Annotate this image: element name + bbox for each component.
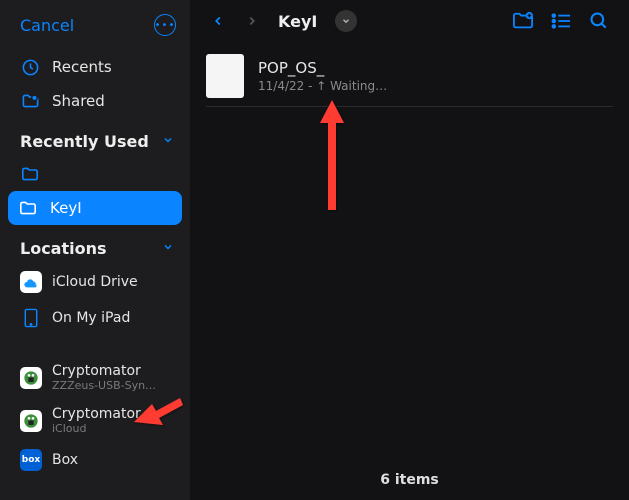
location-label: Box — [52, 452, 78, 468]
file-meta: 11/4/22 - ↑ Waiting… — [258, 79, 387, 93]
folder-icon — [18, 198, 38, 218]
breadcrumb-dropdown[interactable] — [335, 10, 357, 32]
section-header-recently-used[interactable]: Recently Used — [0, 118, 190, 157]
clock-icon — [20, 57, 40, 77]
back-button[interactable] — [206, 11, 230, 31]
location-label: On My iPad — [52, 310, 130, 326]
cryptomator-icon — [20, 410, 42, 432]
forward-button — [240, 11, 264, 31]
shared-folder-icon — [20, 91, 40, 111]
sidebar-item-recents[interactable]: Recents — [0, 50, 190, 84]
section-header-locations[interactable]: Locations — [0, 225, 190, 264]
location-label: iCloud Drive — [52, 274, 138, 290]
box-icon: box — [20, 449, 42, 471]
sidebar-item-folder-empty[interactable] — [0, 157, 190, 191]
cancel-button[interactable]: Cancel — [20, 16, 74, 35]
search-button[interactable] — [585, 11, 613, 31]
location-box[interactable]: box Box — [0, 442, 190, 478]
item-count: 6 items — [190, 460, 629, 500]
new-folder-button[interactable] — [509, 11, 537, 31]
document-icon — [206, 54, 244, 98]
location-sublabel: ZZZeus-USB-Syn… — [52, 379, 156, 392]
sidebar-item-label: Shared — [52, 92, 105, 110]
cryptomator-icon — [20, 367, 42, 389]
chevron-down-icon — [162, 241, 174, 256]
more-options-button[interactable]: ••• — [154, 14, 176, 36]
location-label: Cryptomator — [52, 363, 156, 379]
location-icloud-drive[interactable]: iCloud Drive — [0, 264, 190, 300]
sidebar-item-label: Recents — [52, 58, 112, 76]
file-name: POP_OS_ — [258, 59, 387, 77]
location-sublabel: iCloud — [52, 422, 141, 435]
location-on-my-ipad[interactable]: On My iPad — [0, 300, 190, 336]
sidebar-item-shared[interactable]: Shared — [0, 84, 190, 118]
location-cryptomator-2[interactable]: Cryptomator iCloud — [0, 399, 190, 442]
folder-icon — [20, 164, 40, 184]
ipad-icon — [20, 307, 42, 329]
chevron-down-icon — [162, 134, 174, 149]
breadcrumb-title: KeyI — [278, 12, 317, 31]
file-row[interactable]: POP_OS_ 11/4/22 - ↑ Waiting… — [206, 46, 613, 107]
sidebar-item-label: KeyI — [50, 199, 82, 217]
icloud-icon — [20, 271, 42, 293]
sidebar-item-keyi[interactable]: KeyI — [8, 191, 182, 225]
list-view-button[interactable] — [547, 12, 575, 30]
location-cryptomator-1[interactable]: Cryptomator ZZZeus-USB-Syn… — [0, 356, 190, 399]
location-label: Cryptomator — [52, 406, 141, 422]
